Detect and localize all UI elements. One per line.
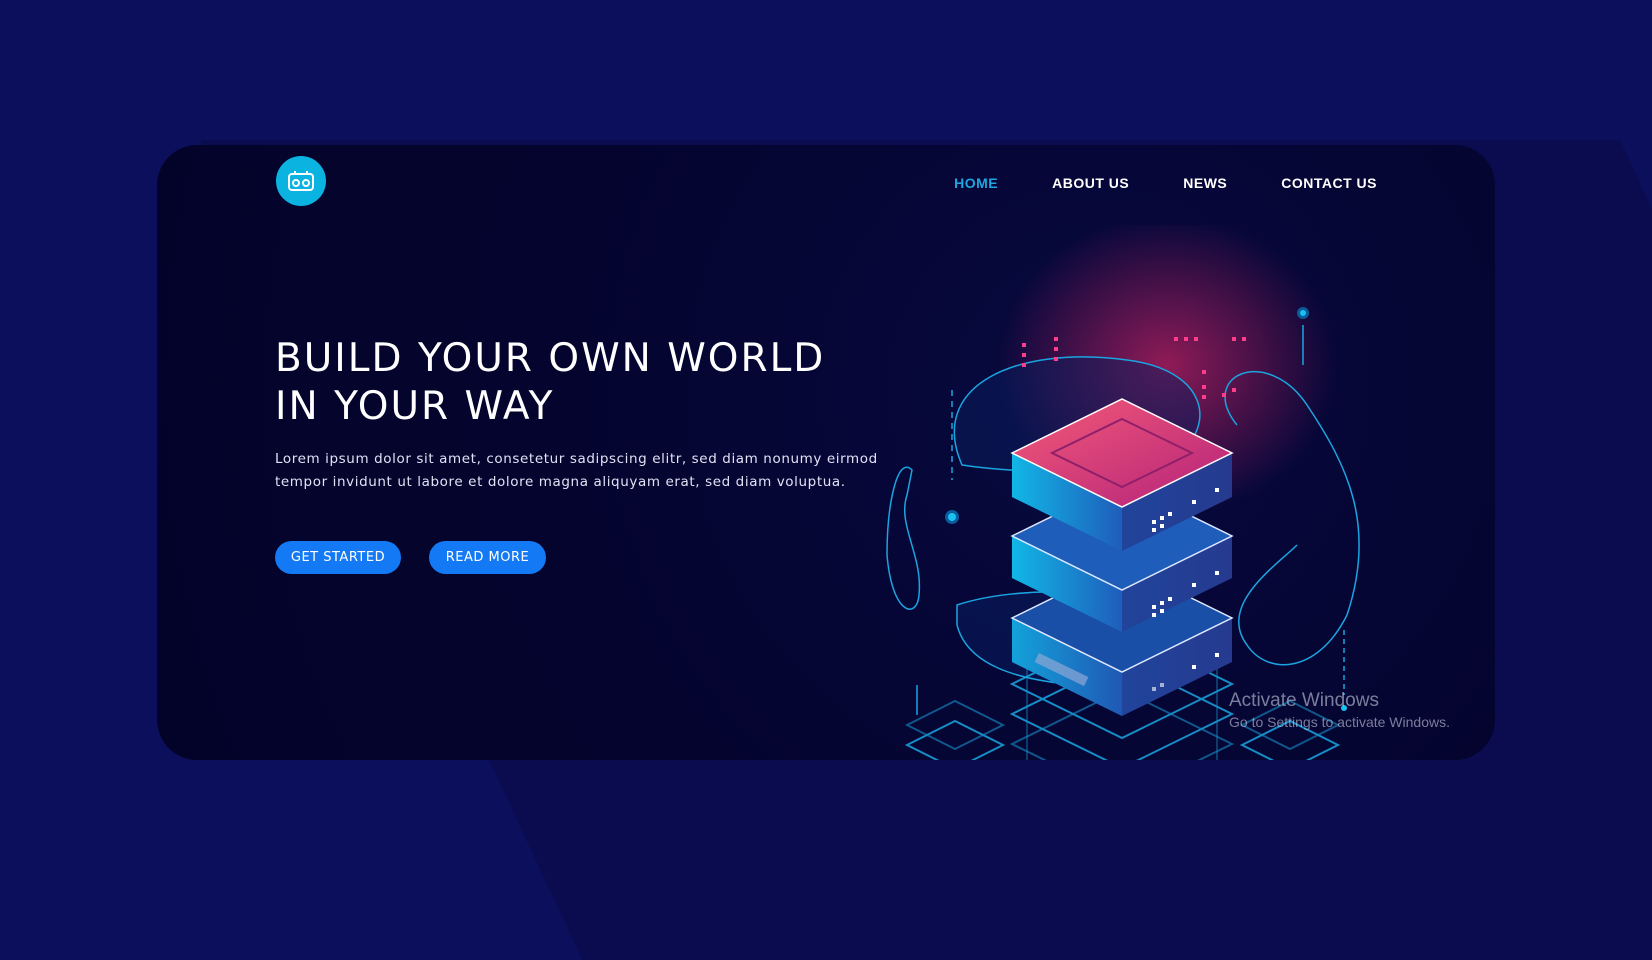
watermark-subtitle: Go to Settings to activate Windows. — [1229, 714, 1450, 730]
hero-title-line-1: BUILD YOUR OWN WORLD — [275, 336, 826, 381]
nav-item-contact-us[interactable]: CONTACT US — [1281, 175, 1377, 191]
nav-item-about-us[interactable]: ABOUT US — [1052, 175, 1129, 191]
main-nav: HOME ABOUT US NEWS CONTACT US — [954, 175, 1377, 191]
hero-card: HOME ABOUT US NEWS CONTACT US BUILD YOUR… — [157, 145, 1495, 760]
server-stack-illustration — [886, 225, 1360, 760]
robot-face-icon — [288, 171, 314, 191]
hero-description: Lorem ipsum dolor sit amet, consetetur s… — [275, 451, 878, 490]
nav-item-news[interactable]: NEWS — [1183, 175, 1227, 191]
nav-item-home[interactable]: HOME — [954, 175, 998, 191]
watermark-title: Activate Windows — [1229, 690, 1379, 711]
read-more-button[interactable]: READ MORE — [429, 541, 546, 574]
hero-title: BUILD YOUR OWN WORLD IN YOUR WAY — [275, 335, 895, 431]
logo[interactable] — [276, 156, 326, 206]
get-started-button[interactable]: GET STARTED — [275, 541, 401, 574]
windows-activation-watermark: Activate Windows Go to Settings to activ… — [1229, 690, 1450, 730]
hero-title-line-2: IN YOUR WAY — [275, 384, 555, 429]
